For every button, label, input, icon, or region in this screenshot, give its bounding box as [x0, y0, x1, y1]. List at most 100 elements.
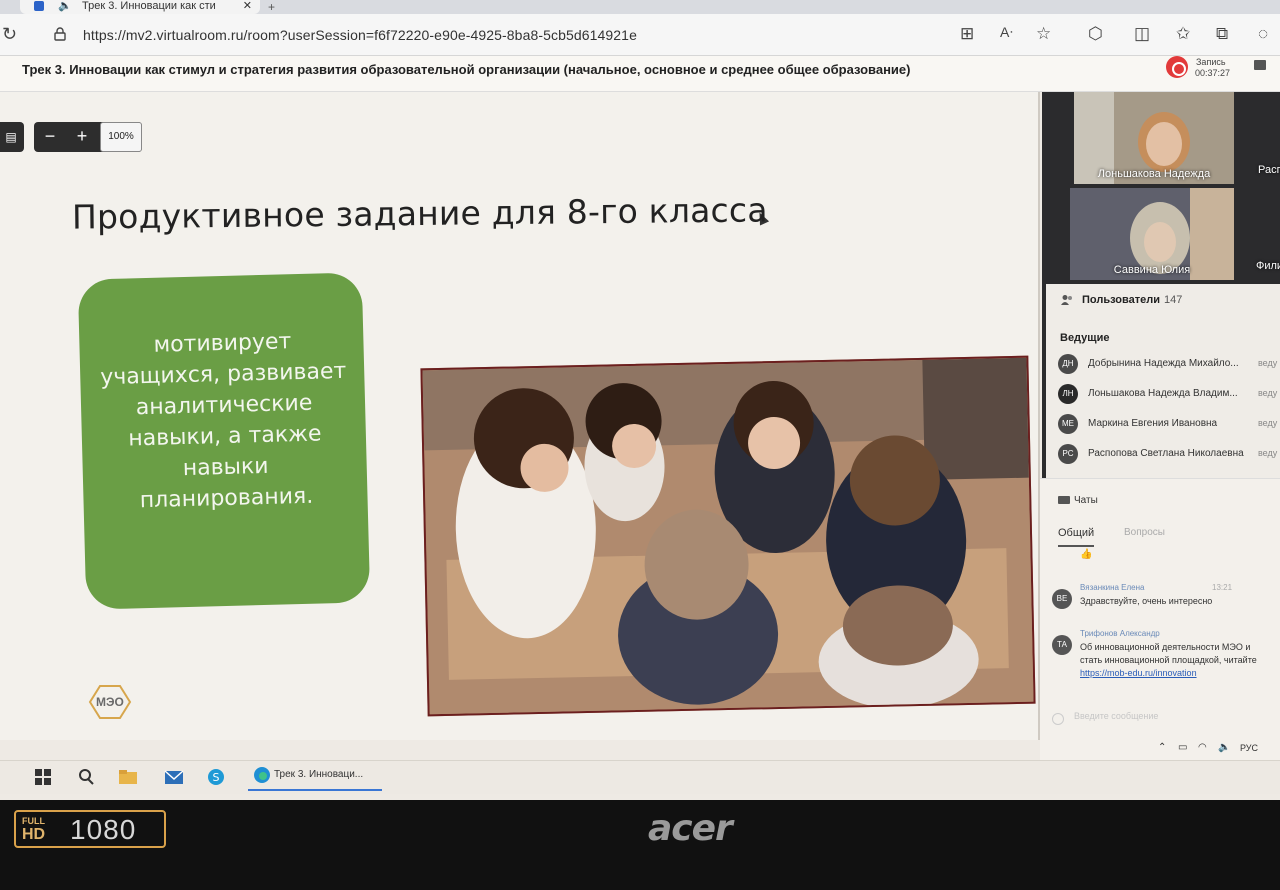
user-name: Маркина Евгения Ивановна [1088, 418, 1218, 429]
svg-text:S: S [213, 771, 220, 784]
photo-frame: 🔈 Трек 3. Инновации как сти ✕ + ↻ https:… [0, 0, 1280, 890]
message-author: Вязанкина Елена [1080, 583, 1145, 592]
classroom-photo [420, 355, 1036, 717]
address-bar: ↻ https://mv2.virtualroom.ru/room?userSe… [0, 14, 1280, 56]
apps-icon[interactable]: ⊞ [960, 24, 974, 44]
avatar: ТА [1052, 635, 1072, 655]
user-role: веду [1258, 448, 1278, 458]
read-aloud-icon[interactable]: Aᐧ [1000, 24, 1013, 41]
chat-input[interactable]: Введите сообщение [1074, 711, 1158, 721]
users-heading[interactable]: Пользователи [1082, 294, 1160, 306]
chat-icon [1058, 496, 1070, 504]
skype-icon[interactable]: S [206, 767, 226, 787]
logo-text: МЭО [96, 695, 124, 709]
smile-icon[interactable] [1052, 713, 1064, 725]
site-favicon-icon [34, 1, 44, 11]
hosts-label: Ведущие [1060, 332, 1110, 344]
tray-up-icon[interactable]: ⌃ [1158, 742, 1166, 753]
monitor-bezel [0, 800, 1280, 890]
favorites-icon[interactable]: ✩ [1176, 24, 1190, 44]
browser-tab-strip: 🔈 Трек 3. Инновации как сти ✕ + [0, 0, 1280, 14]
thumbs-up-icon: 👍 [1080, 549, 1093, 560]
search-icon[interactable] [76, 767, 96, 787]
badge-full: FULL [22, 816, 45, 826]
new-tab-icon[interactable]: + [268, 0, 275, 14]
record-label: Запись [1196, 57, 1226, 67]
user-row[interactable]: МЕ Маркина Евгения Ивановна веду [1058, 412, 1280, 438]
wifi-icon[interactable]: ◠ [1198, 742, 1207, 753]
battery-icon[interactable]: ▭ [1178, 742, 1187, 753]
collections-icon[interactable]: ⧉ [1216, 24, 1228, 44]
url-field[interactable]: https://mv2.virtualroom.ru/room?userSess… [83, 27, 637, 43]
copilot-icon[interactable]: ◌ [1258, 24, 1268, 44]
monitor-screen: 🔈 Трек 3. Инновации как сти ✕ + ↻ https:… [0, 0, 1280, 800]
split-screen-icon[interactable]: ◫ [1134, 24, 1150, 44]
edge-icon [254, 767, 270, 783]
message-text-line-2: стать инновационной площадкой, читайте [1080, 655, 1257, 665]
avatar: МЕ [1058, 414, 1078, 434]
user-name: Распопова Светлана Николаевна [1088, 448, 1244, 459]
user-name: Добрынина Надежда Михайло... [1088, 358, 1239, 369]
slide-title: Продуктивное задание для 8-го класса [71, 190, 768, 237]
volume-icon[interactable]: 🔈 [1218, 742, 1230, 753]
folder-icon[interactable] [1254, 60, 1266, 70]
taskbar-app-label: Трек 3. Инноваци... [274, 769, 364, 780]
taskbar: S Трек 3. Инноваци... [0, 760, 1280, 794]
speaker-icon[interactable]: 🔈 [58, 0, 72, 12]
avatar: ЛН [1058, 384, 1078, 404]
extensions-icon[interactable]: ⬡ [1088, 24, 1103, 44]
user-name: Лоньшакова Надежда Владим... [1088, 388, 1238, 399]
avatar: ВЕ [1052, 589, 1072, 609]
slide-green-callout: мотивирует учащихся, развивает аналитиче… [77, 272, 371, 610]
zoom-value[interactable]: 100% [100, 122, 142, 152]
user-role: веду [1258, 358, 1278, 368]
user-row[interactable]: РС Распопова Светлана Николаевна веду [1058, 442, 1280, 468]
message-link[interactable]: https://mob-edu.ru/innovation [1080, 667, 1197, 680]
user-row[interactable]: ДН Добрынина Надежда Михайло... веду [1058, 352, 1280, 378]
browser-tab[interactable]: 🔈 Трек 3. Инновации как сти ✕ [20, 0, 260, 14]
presentation-area: ▤ − + 100% Продуктивное задание для 8-го… [0, 92, 1040, 740]
users-count: 147 [1164, 294, 1183, 306]
record-button[interactable] [1166, 56, 1188, 78]
avatar: ДН [1058, 354, 1078, 374]
user-row[interactable]: ЛН Лоньшакова Надежда Владим... веду [1058, 382, 1280, 408]
message-text: Здравствуйте, очень интересно [1080, 596, 1213, 606]
zoom-in-button[interactable]: + [66, 122, 98, 152]
callout-text: мотивирует учащихся, развивает аналитиче… [99, 329, 347, 514]
slides-menu-button[interactable]: ▤ [0, 122, 24, 152]
zoom-out-button[interactable]: − [34, 122, 66, 152]
brand-logo: acer [648, 808, 733, 849]
favorite-star-icon[interactable]: ☆ [1036, 24, 1051, 44]
record-timer: 00:37:27 [1195, 68, 1231, 78]
system-tray-area: ⌃ ▭ ◠ 🔈 РУС [1040, 740, 1280, 760]
close-tab-icon[interactable]: ✕ [243, 0, 252, 12]
message-time: 13:21 [1212, 583, 1233, 592]
tab-general[interactable]: Общий [1058, 527, 1095, 547]
file-explorer-icon[interactable] [118, 767, 138, 787]
chat-message: ТА Трифонов Александр Об инновационной д… [1052, 629, 1278, 689]
avatar: РС [1058, 444, 1078, 464]
video-name-2: Саввина Юлия [1113, 264, 1191, 276]
tab-title: Трек 3. Инновации как сти [82, 0, 216, 12]
message-author: Трифонов Александр [1080, 629, 1160, 638]
tab-questions[interactable]: Вопросы [1124, 527, 1165, 538]
chats-panel: Чаты Общий Вопросы 👍 ВЕ Вязанкина Елена … [1040, 478, 1280, 740]
chat-message: ВЕ Вязанкина Елена 13:21 Здравствуйте, о… [1052, 583, 1278, 617]
user-role: веду [1258, 388, 1278, 398]
mail-icon[interactable] [164, 767, 184, 787]
video-name-1: Лоньшакова Надежда [1097, 168, 1211, 180]
video-tile-1[interactable]: Лоньшакова Надежда [1074, 92, 1234, 184]
chats-heading[interactable]: Чаты [1074, 495, 1098, 506]
full-hd-badge: FULL HD 1080 [14, 810, 166, 848]
language-indicator[interactable]: РУС [1240, 743, 1258, 753]
badge-hd: HD [22, 826, 46, 843]
reload-icon[interactable]: ↻ [2, 24, 17, 45]
video-tile-2[interactable]: Саввина Юлия [1070, 188, 1234, 280]
message-text-line-1: Об инновационной деятельности МЭО и [1080, 642, 1251, 652]
lock-icon[interactable] [54, 27, 66, 41]
windows-start-icon[interactable] [33, 767, 53, 787]
user-role: веду [1258, 418, 1278, 428]
users-panel: Пользователи 147 Ведущие ДН Добрынина На… [1046, 284, 1280, 478]
record-area: Запись 00:37:27 [0, 56, 1280, 82]
taskbar-browser-app[interactable]: Трек 3. Инноваци... [248, 761, 382, 791]
